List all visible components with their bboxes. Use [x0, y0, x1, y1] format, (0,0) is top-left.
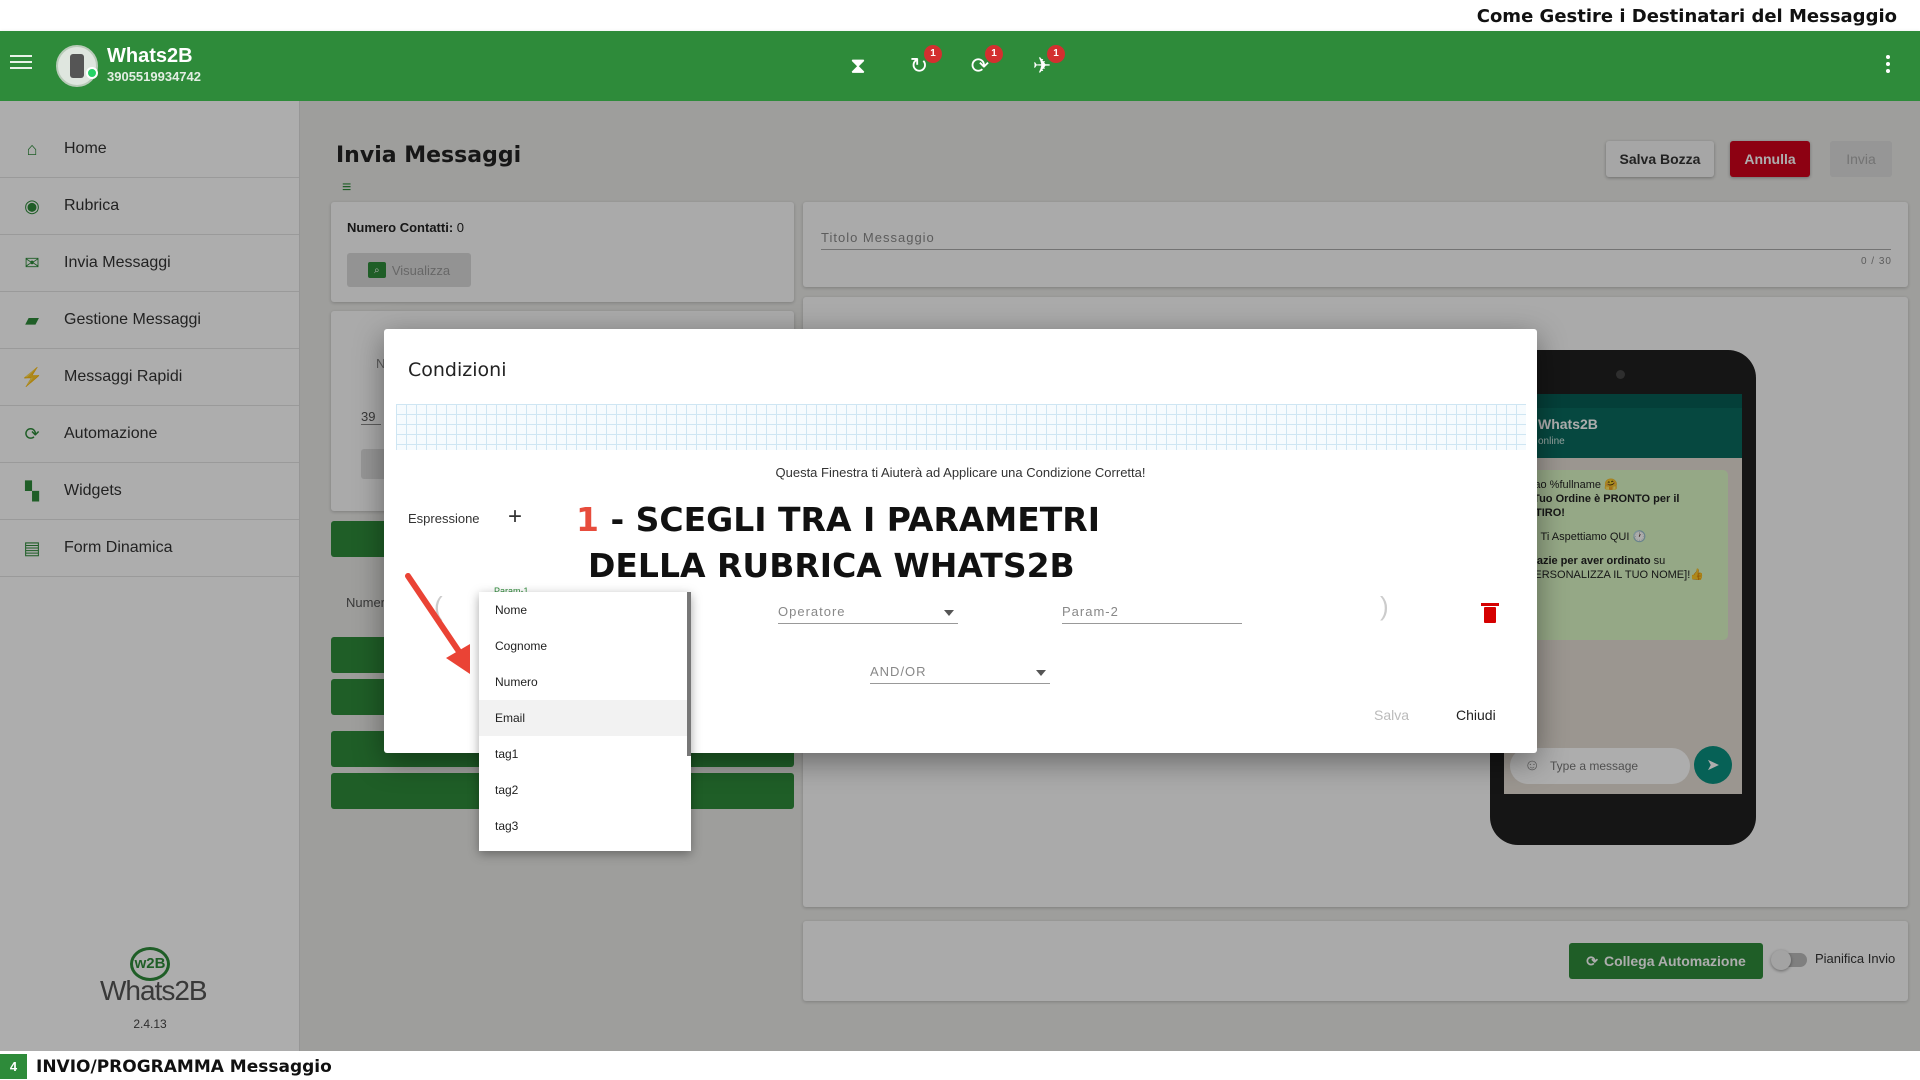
tutorial-caption-title: Come Gestire i Destinatari del Messaggio [1476, 6, 1897, 27]
more-options-icon[interactable] [1886, 55, 1890, 76]
dialog-close-button[interactable]: Chiudi [1456, 707, 1496, 723]
annotation-line-2: DELLA RUBRICA WHATS2B [588, 546, 1075, 585]
annotation-line-1: - SCEGLI TRA I PARAMETRI [598, 500, 1100, 539]
annotation-arrow-icon [405, 573, 470, 674]
schedule-send-icon[interactable]: ✈ 1 [1027, 45, 1065, 81]
dialog-title: Condizioni [408, 359, 507, 381]
sync-icon[interactable]: ⟳ 1 [965, 45, 1003, 81]
sync-badge: 1 [985, 45, 1003, 63]
page-number: 4 [0, 1054, 27, 1079]
expression-label: Espressione [408, 511, 480, 526]
dropdown-option-tag3[interactable]: tag3 [479, 808, 691, 844]
dropdown-option-numero[interactable]: Numero [479, 664, 691, 700]
dropdown-option-email[interactable]: Email [479, 700, 691, 736]
chevron-down-icon [1036, 670, 1046, 676]
menu-icon[interactable] [10, 55, 32, 71]
tutorial-annotation: 1 - SCEGLI TRA I PARAMETRI DELLA RUBRICA… [576, 497, 1136, 589]
andor-select[interactable]: AND/OR [870, 664, 1050, 684]
dialog-hint: Questa Finestra ti Aiuterà ad Applicare … [775, 465, 1146, 480]
delete-icon[interactable] [1481, 603, 1499, 623]
tutorial-footer: 4 INVIO/PROGRAMMA Messaggio [0, 1051, 1920, 1080]
dialog-save-button[interactable]: Salva [1374, 707, 1409, 723]
history-icon[interactable]: ↻ 1 [904, 45, 942, 81]
param2-input[interactable]: Param-2 [1062, 604, 1242, 624]
andor-placeholder: AND/OR [870, 664, 927, 679]
dropdown-option-tag2[interactable]: tag2 [479, 772, 691, 808]
annotation-step-number: 1 [576, 500, 599, 539]
dropdown-option-cognome[interactable]: Cognome [479, 628, 691, 664]
tutorial-caption-bar: Come Gestire i Destinatari del Messaggio [0, 0, 1920, 31]
avatar[interactable] [56, 45, 98, 87]
dropdown-scrollbar[interactable] [687, 592, 691, 756]
operator-placeholder: Operatore [778, 604, 846, 619]
app-phone-number: 3905519934742 [107, 69, 201, 84]
app-header: Whats2B 3905519934742 ⧗ ↻ 1 ⟳ 1 ✈ 1 [0, 31, 1920, 101]
dropdown-option-nome[interactable]: Nome [479, 592, 691, 628]
chevron-down-icon [944, 610, 954, 616]
expression-canvas[interactable] [396, 404, 1526, 450]
param1-dropdown: Nome Cognome Numero Email tag1 tag2 tag3 [479, 592, 691, 851]
footer-title: INVIO/PROGRAMMA Messaggio [36, 1057, 332, 1077]
operator-select[interactable]: Operatore [778, 604, 958, 624]
app-name: Whats2B [107, 45, 193, 67]
close-paren[interactable]: ) [1380, 591, 1389, 622]
schedule-badge: 1 [1047, 45, 1065, 63]
dropdown-option-tag1[interactable]: tag1 [479, 736, 691, 772]
hourglass-icon[interactable]: ⧗ [843, 51, 873, 81]
add-expression-icon[interactable]: + [508, 503, 522, 531]
history-badge: 1 [924, 45, 942, 63]
